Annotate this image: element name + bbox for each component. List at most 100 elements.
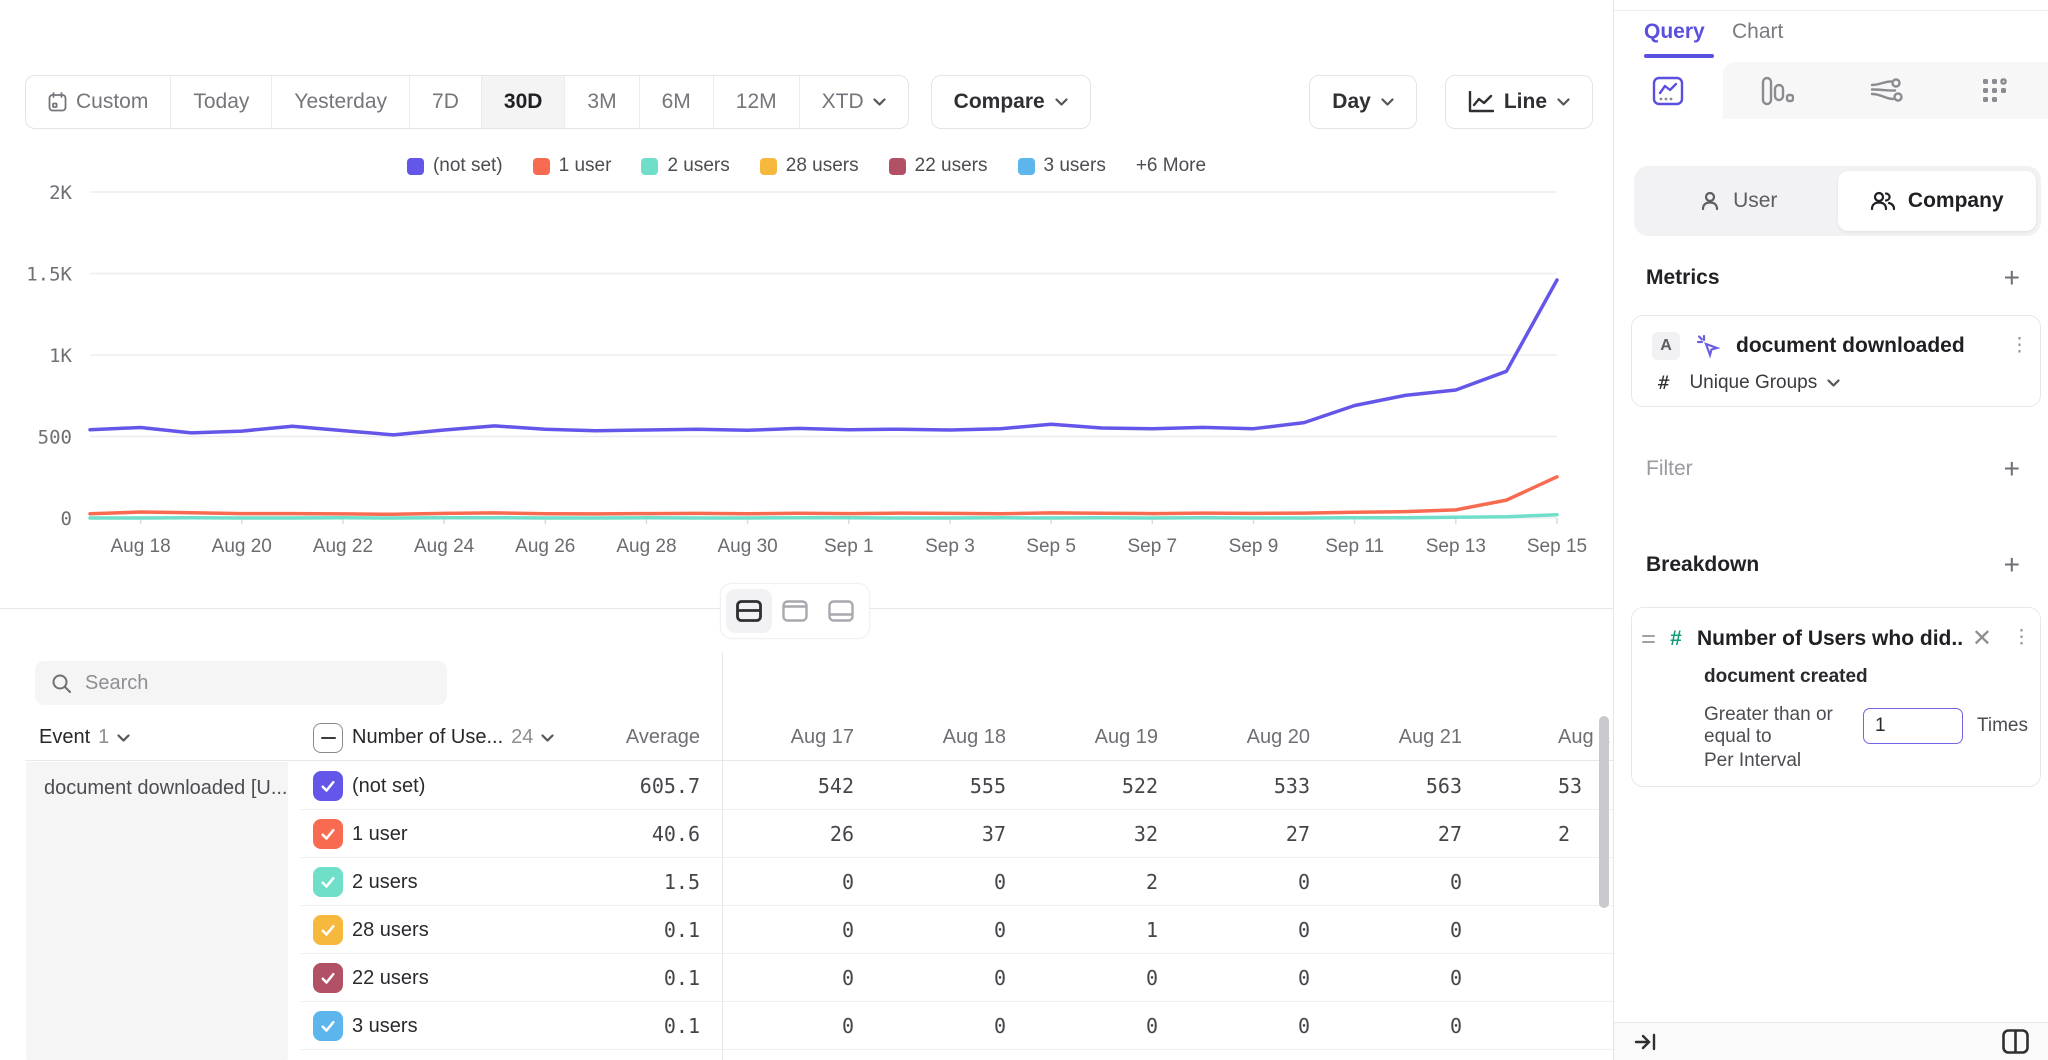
date-range-xtd[interactable]: XTD <box>800 76 908 128</box>
breakdown-per-interval[interactable]: Per Interval <box>1704 750 1801 772</box>
chart-type-tab-line-chart[interactable] <box>1614 62 1723 119</box>
chart-type-dropdown[interactable]: Line <box>1445 75 1593 129</box>
table-row[interactable]: 22 users0.100000 <box>0 954 1613 1002</box>
table-row[interactable]: (not set)605.754255552253356353 <box>0 762 1613 810</box>
series-checkbox-checked[interactable] <box>313 963 343 993</box>
search-input[interactable]: Search <box>35 661 447 705</box>
series-checkbox-checked[interactable] <box>313 1011 343 1041</box>
date-value: 26 <box>704 810 854 858</box>
metric-card[interactable]: A document downloaded ⋮ # Unique Groups <box>1631 315 2041 407</box>
search-placeholder: Search <box>85 672 148 695</box>
breakdown-kebab-menu[interactable]: ⋮ <box>2012 633 2026 643</box>
series-column-header[interactable]: Number of Use... 24 <box>352 726 554 749</box>
metric-kebab-menu[interactable]: ⋮ <box>2010 341 2024 351</box>
breakdown-condition[interactable]: Greater than or equal to <box>1704 704 1849 748</box>
table-row[interactable]: 1 user40.626373227272 <box>0 810 1613 858</box>
table-bottom-view-icon <box>828 600 854 622</box>
breakdown-card[interactable]: # Number of Users who did... ✕ ⋮ documen… <box>1631 607 2041 787</box>
drag-handle-icon[interactable] <box>1642 635 1655 643</box>
query-panel: Query Chart User Company Metrics + <box>1613 0 2048 1060</box>
toggle-option-user[interactable]: User <box>1639 171 1838 231</box>
average-value: 1.5 <box>550 858 700 906</box>
breakdown-title: Breakdown <box>1646 553 1759 577</box>
times-value-input[interactable] <box>1863 708 1963 744</box>
add-metric-button[interactable]: + <box>2004 264 2020 292</box>
series-label: 2 users <box>352 858 418 906</box>
add-breakdown-button[interactable]: + <box>2004 551 2020 579</box>
date-range-today[interactable]: Today <box>171 76 272 128</box>
date-value: 0 <box>856 906 1006 954</box>
date-value: 0 <box>1160 1002 1310 1050</box>
chart-type-tab-bar-chart[interactable] <box>1723 62 1832 119</box>
svg-text:Sep 13: Sep 13 <box>1426 536 1486 557</box>
table-row[interactable]: 3 users0.100000 <box>0 1002 1613 1050</box>
line-chart-icon <box>1468 91 1494 113</box>
date-range-7d[interactable]: 7D <box>410 76 482 128</box>
series-label: 1 user <box>352 810 408 858</box>
series-checkbox-checked[interactable] <box>313 819 343 849</box>
table-row[interactable]: 2 users1.500200 <box>0 858 1613 906</box>
tab-query[interactable]: Query <box>1644 20 1705 44</box>
date-value: 0 <box>1160 906 1310 954</box>
table-row[interactable]: 28 users0.100100 <box>0 906 1613 954</box>
svg-text:Aug 18: Aug 18 <box>110 536 170 557</box>
average-value: 0.1 <box>550 954 700 1002</box>
search-icon <box>51 673 72 694</box>
users-icon <box>1870 190 1896 212</box>
table-top-view-icon <box>782 600 808 622</box>
date-range-30d[interactable]: 30D <box>482 76 566 128</box>
collapse-panel-icon[interactable] <box>1634 1031 1658 1053</box>
chevron-down-icon <box>1381 98 1394 106</box>
date-value: 0 <box>1160 954 1310 1002</box>
toggle-option-company[interactable]: Company <box>1838 171 2037 231</box>
metrics-section-header: Metrics + <box>1646 264 2020 292</box>
chart-type-tab-flow[interactable] <box>1832 62 1941 119</box>
split-view-button[interactable] <box>726 589 772 633</box>
metric-badge: A <box>1652 332 1680 360</box>
event-spark-icon <box>1695 333 1721 359</box>
table-bottom-view-button[interactable] <box>818 589 864 633</box>
svg-text:0: 0 <box>61 508 72 530</box>
date-range-yesterday[interactable]: Yesterday <box>272 76 410 128</box>
close-icon[interactable]: ✕ <box>1972 624 1992 653</box>
average-value: 40.6 <box>550 810 700 858</box>
interval-label: Day <box>1332 90 1371 114</box>
tab-chart[interactable]: Chart <box>1732 20 1783 44</box>
series-checkbox-checked[interactable] <box>313 771 343 801</box>
series-checkbox-checked[interactable] <box>313 915 343 945</box>
date-column-header: Aug 18 <box>856 726 1006 749</box>
panel-footer <box>1614 1022 2048 1060</box>
metric-aggregation[interactable]: # Unique Groups <box>1658 372 1840 394</box>
select-all-checkbox-indeterminate[interactable] <box>313 723 343 753</box>
line-chart[interactable]: 05001K1.5K2KAug 18Aug 20Aug 22Aug 24Aug … <box>0 170 1613 570</box>
date-value: 0 <box>856 1002 1006 1050</box>
chart-type-tab-data-grid[interactable] <box>1940 62 2048 119</box>
table-top-view-button[interactable] <box>772 589 818 633</box>
date-range-3m[interactable]: 3M <box>565 76 639 128</box>
main-content: CustomTodayYesterday7D30D3M6M12MXTD Comp… <box>0 0 1613 1060</box>
date-value: 2 <box>1008 858 1158 906</box>
compare-button[interactable]: Compare <box>931 75 1091 129</box>
chevron-down-icon <box>117 734 130 742</box>
flow-icon <box>1869 78 1903 104</box>
date-value: 0 <box>1160 858 1310 906</box>
date-range-custom[interactable]: Custom <box>26 76 171 128</box>
split-view-icon[interactable] <box>2002 1029 2029 1054</box>
average-value: 0.1 <box>550 1002 700 1050</box>
date-column-header: Aug 2 <box>1558 726 1618 749</box>
date-value: 542 <box>704 762 854 810</box>
event-column-header[interactable]: Event 1 <box>39 726 130 749</box>
add-filter-button[interactable]: + <box>2004 455 2020 483</box>
svg-text:1.5K: 1.5K <box>26 264 72 286</box>
interval-dropdown[interactable]: Day <box>1309 75 1417 129</box>
date-value: 1 <box>1008 906 1158 954</box>
date-range-12m[interactable]: 12M <box>714 76 800 128</box>
filter-title: Filter <box>1646 457 1693 481</box>
series-label: (not set) <box>352 762 425 810</box>
series-checkbox-checked[interactable] <box>313 867 343 897</box>
date-range-6m[interactable]: 6M <box>640 76 714 128</box>
svg-text:Aug 24: Aug 24 <box>414 536 475 557</box>
vertical-scrollbar[interactable] <box>1599 716 1609 908</box>
date-value: 0 <box>1312 858 1462 906</box>
svg-text:Sep 3: Sep 3 <box>925 536 975 557</box>
